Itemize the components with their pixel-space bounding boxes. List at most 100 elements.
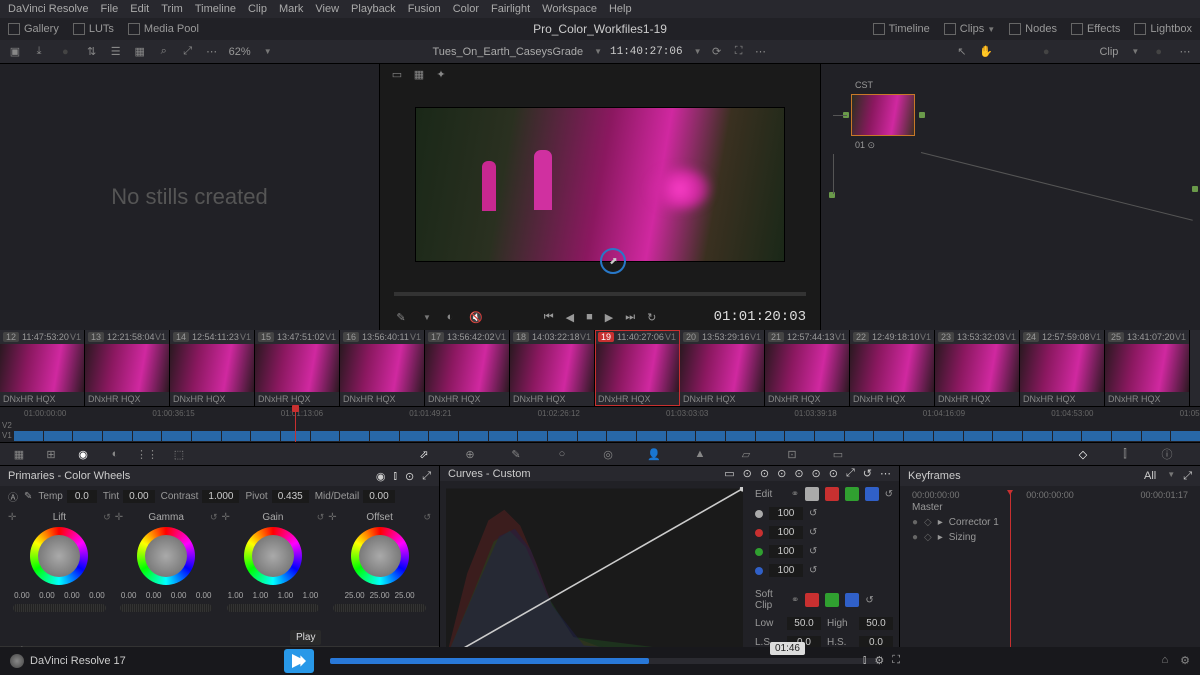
rgb-mixer-icon[interactable]: ⋮⋮ [138,445,156,463]
timeline-clip[interactable] [489,431,518,441]
clip-thumbnail[interactable]: 1211:47:53:20V1DNxHR HQX [0,330,85,406]
timeline-clip[interactable] [874,431,903,441]
luts-toggle[interactable]: LUTs [73,23,114,35]
mute-icon[interactable]: 🔇 [469,310,483,324]
kf-playhead[interactable] [1010,490,1011,666]
clip-thumbnail[interactable]: 2313:53:32:03V1DNxHR HQX [935,330,1020,406]
curves-icon[interactable]: ⬀ [415,445,433,463]
project-settings-icon[interactable]: ⚙ [1180,654,1190,667]
reset-icon[interactable]: ↺ [809,546,817,557]
sc-b-button[interactable] [845,593,859,607]
step-back-icon[interactable]: ◀ [566,311,574,324]
color-wheel[interactable] [30,527,88,585]
stop-icon[interactable]: ■ [586,311,593,323]
camera-raw-icon[interactable]: ▦ [10,445,28,463]
next-clip-icon[interactable]: ⏭ [625,311,635,324]
sc-g-button[interactable] [825,593,839,607]
reset-icon[interactable]: ↺ [885,489,893,500]
auto-icon[interactable]: Ⓐ [8,489,18,504]
clip-thumbnail[interactable]: 1911:40:27:06V1DNxHR HQX [595,330,680,406]
lum-sat-icon[interactable]: ⊙ [794,467,803,480]
bars-mode-icon[interactable]: ⫾ [393,470,397,483]
clip-thumbnail[interactable]: 2513:41:07:20V1DNxHR HQX [1105,330,1190,406]
export-icon[interactable]: ⤓ [32,45,46,59]
mediapool-toggle[interactable]: Media Pool [128,23,199,35]
tracker-icon[interactable]: ◎ [599,445,617,463]
color-wheel[interactable] [137,527,195,585]
timeline-clip[interactable] [637,431,666,441]
volume-icon[interactable]: ⫾ [863,654,867,667]
zoom-level[interactable]: 62% [229,46,251,58]
timeline-clip[interactable] [400,431,429,441]
timeline-clip[interactable] [103,431,132,441]
ym-slider[interactable] [120,604,212,612]
timeline-clip[interactable] [518,431,547,441]
timeline-clip[interactable] [726,431,755,441]
timeline-clip[interactable] [607,431,636,441]
kf-all-dropdown[interactable]: All [1144,470,1156,483]
slider-dot[interactable]: ● [62,46,69,58]
intensity-r[interactable]: 100 [769,526,803,539]
menu-item[interactable]: Mark [279,3,303,15]
timeline-clip[interactable] [578,431,607,441]
channel-b-button[interactable] [865,487,879,501]
color-wheel[interactable] [351,527,409,585]
reset-icon[interactable]: ↺ [210,512,218,523]
menu-item[interactable]: Timeline [195,3,236,15]
viewer-image[interactable]: ⬈ [380,84,820,284]
menu-item[interactable]: Trim [161,3,183,15]
more-icon[interactable]: ⋯ [205,45,219,59]
hue-hue-icon[interactable]: ⊙ [743,467,752,480]
reset-icon[interactable]: ↺ [809,527,817,538]
menu-item[interactable]: Clip [248,3,267,15]
slider-dot[interactable]: ● [1043,46,1050,58]
wheel-values[interactable]: 1.001.001.001.00 [224,591,321,600]
temp-field[interactable]: Temp0.0 [38,490,96,503]
window-icon[interactable]: ○ [553,445,571,463]
search-icon[interactable]: ⌕ [157,45,171,59]
play-icon[interactable]: ▶ [605,311,613,324]
reset-icon[interactable]: ↺ [317,512,325,523]
fullscreen-icon[interactable]: ⛶ [892,654,900,667]
curve-graph[interactable] [446,487,743,660]
timeline-clip[interactable] [815,431,844,441]
clip-thumbnail[interactable]: 1513:47:51:02V1DNxHR HQX [255,330,340,406]
reset-icon[interactable]: ↺ [863,467,872,480]
high-val[interactable]: 50.0 [859,617,893,630]
fullscreen-icon[interactable]: ⛶ [732,45,746,59]
timeline-clip[interactable] [667,431,696,441]
clip-thumbnail[interactable]: 1613:56:40:11V1DNxHR HQX [340,330,425,406]
reset-icon[interactable]: ↺ [423,512,431,523]
timeline-clip[interactable] [44,431,73,441]
sat-sat-icon[interactable]: ⊙ [812,467,821,480]
custom-mode-icon[interactable]: ▭ [724,467,734,480]
clips-toggle[interactable]: Clips▼ [944,23,995,35]
nodes-toggle[interactable]: Nodes [1009,23,1057,35]
timeline-clip[interactable] [1171,431,1200,441]
picker-icon[interactable]: ✛ [115,512,123,523]
timeline-clip[interactable] [133,431,162,441]
more-icon[interactable]: ⋯ [1178,45,1192,59]
picker-icon[interactable]: ✛ [8,512,16,523]
intensity-g[interactable]: 100 [769,545,803,558]
menu-item[interactable]: Fusion [408,3,441,15]
wheel-values[interactable]: 0.000.000.000.00 [118,591,215,600]
qualifier-icon[interactable]: ✎ [507,445,525,463]
timeline-clip[interactable] [696,431,725,441]
info-icon[interactable]: ⓘ [1158,445,1176,463]
clip-thumbnail[interactable]: 2013:53:29:16V1DNxHR HQX [680,330,765,406]
timeline-clip[interactable] [459,431,488,441]
hand-icon[interactable]: ✋ [979,45,993,59]
log-mode-icon[interactable]: ⊙ [405,470,414,483]
timeline-clip[interactable] [311,431,340,441]
video-progress-bar[interactable] [330,658,880,664]
wheel-indicator[interactable] [164,554,169,559]
clip-thumbnail[interactable]: 2212:49:18:10V1DNxHR HQX [850,330,935,406]
clip-thumbnail[interactable]: 1814:03:22:18V1DNxHR HQX [510,330,595,406]
hue-lum-icon[interactable]: ⊙ [777,467,786,480]
timeline-clip[interactable] [756,431,785,441]
loop-icon[interactable]: ↻ [647,311,656,324]
graph-output[interactable] [1192,186,1198,192]
node-thumbnail[interactable] [851,94,915,136]
expand-icon[interactable]: ⤢ [422,470,431,483]
